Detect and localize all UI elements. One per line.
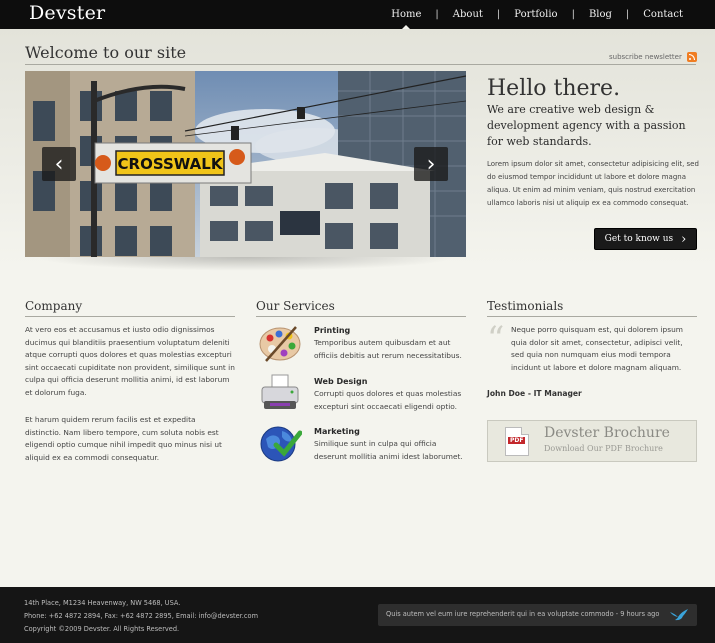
chevron-right-icon: ›: [426, 151, 436, 177]
chevron-left-icon: ‹: [54, 151, 64, 177]
hello-lead: We are creative web design & development…: [487, 103, 686, 148]
company-paragraph-1: At vero eos et accusamus et iusto odio d…: [25, 325, 235, 397]
cta-label: Get to know us: [604, 234, 674, 244]
quote-icon: “: [487, 319, 505, 359]
get-to-know-us-button[interactable]: Get to know us ›: [594, 228, 697, 250]
footer-contact: Phone: +62 4872 2894, Fax: +62 4872 2895…: [24, 612, 258, 620]
company-heading: Company: [25, 299, 83, 313]
divider: [256, 316, 466, 317]
divider: [25, 64, 696, 65]
service-text-marketing: Similique sunt in culpa qui officia dese…: [314, 439, 463, 461]
service-title-web-design: Web Design: [314, 377, 368, 386]
page-title: Welcome to our site: [25, 43, 187, 62]
nav-about[interactable]: About: [453, 9, 483, 20]
nav-separator: |: [571, 9, 575, 20]
hello-body: Lorem ipsum dolor sit amet, consectetur …: [487, 160, 699, 207]
latest-tweet[interactable]: Quis autem vel eum iure reprehenderit qu…: [378, 604, 697, 626]
tweet-text: Quis autem vel eum iure reprehenderit qu…: [386, 610, 660, 618]
nav-separator: |: [435, 9, 439, 20]
palette-icon: [259, 326, 301, 362]
image-slider[interactable]: CROSSWALK: [25, 71, 466, 257]
nav-blog[interactable]: Blog: [589, 9, 612, 20]
slider-next-button[interactable]: ›: [414, 147, 448, 181]
brochure-title: Devster Brochure: [544, 425, 670, 441]
subscribe-label: subscribe newsletter: [609, 53, 682, 61]
rss-icon[interactable]: [686, 52, 697, 62]
pdf-badge: PDF: [508, 437, 526, 444]
testimonial-quote: Neque porro quisquam est, qui dolorem ip…: [511, 325, 683, 372]
divider: [25, 316, 235, 317]
slider-prev-button[interactable]: ‹: [42, 147, 76, 181]
nav-home[interactable]: Home: [391, 9, 421, 29]
slide-image: CROSSWALK: [25, 71, 466, 257]
service-text-printing: Temporibus autem quibusdam et aut offici…: [314, 338, 462, 360]
testimonials-heading: Testimonials: [487, 299, 564, 313]
nav-separator: |: [496, 9, 501, 20]
globe-check-icon: [260, 426, 302, 462]
printer-icon: [261, 374, 299, 409]
subscribe-newsletter-link[interactable]: subscribe newsletter: [609, 52, 697, 62]
service-title-marketing: Marketing: [314, 427, 360, 436]
brochure-download-button[interactable]: PDF Devster Brochure Download Our PDF Br…: [487, 420, 697, 462]
nav-separator: |: [625, 9, 630, 20]
testimonial-author: John Doe - IT Manager: [487, 389, 582, 398]
divider: [487, 316, 697, 317]
brochure-subtitle: Download Our PDF Brochure: [544, 444, 663, 453]
slider-shadow: [35, 257, 456, 271]
twitter-bird-icon: [670, 609, 688, 621]
top-bar: Devster Home | About | Portfolio | Blog …: [0, 0, 715, 29]
service-title-printing: Printing: [314, 326, 351, 335]
footer-copyright: Copyright ©2009 Devster. All Rights Rese…: [24, 625, 180, 633]
nav-contact[interactable]: Contact: [643, 9, 683, 20]
main-nav: Home | About | Portfolio | Blog | Contac…: [391, 0, 715, 29]
service-text-web-design: Corrupti quos dolores et quas molestias …: [314, 389, 462, 411]
crosswalk-sign-text: CROSSWALK: [118, 155, 224, 173]
company-paragraph-2: Et harum quidem rerum facilis est et exp…: [25, 415, 222, 462]
services-heading: Our Services: [256, 299, 335, 313]
hello-heading: Hello there.: [487, 76, 621, 101]
pdf-file-icon: PDF: [505, 427, 529, 456]
nav-portfolio[interactable]: Portfolio: [514, 9, 557, 20]
site-logo[interactable]: Devster: [29, 2, 105, 24]
footer-address: 14th Place, M1234 Heavenway, NW 5468, US…: [24, 599, 181, 607]
chevron-right-icon: ›: [681, 231, 687, 247]
